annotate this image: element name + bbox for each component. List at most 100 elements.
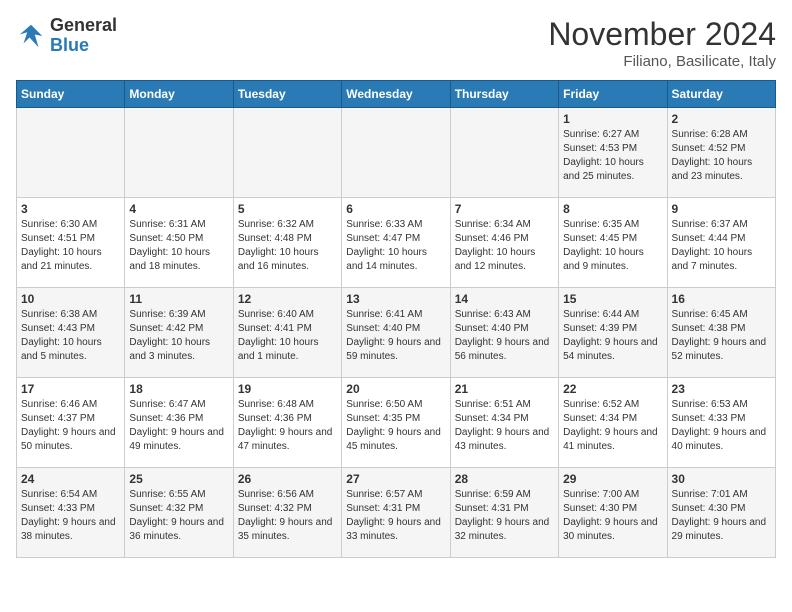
calendar-cell: 14 Sunrise: 6:43 AM Sunset: 4:40 PM Dayli… [450,288,558,378]
day-number: 9 [672,202,771,216]
day-number: 29 [563,472,662,486]
calendar-cell: 17 Sunrise: 6:46 AM Sunset: 4:37 PM Dayli… [17,378,125,468]
day-info: Sunrise: 6:52 AM Sunset: 4:34 PM Dayligh… [563,398,662,454]
day-number: 21 [455,382,554,396]
calendar-cell: 5Sunrise: 6:32 AM Sunset: 4:48 PM Daylig… [233,198,341,288]
month-title: November 2024 [548,16,776,53]
day-number: 7 [455,202,554,216]
calendar-cell: 26 Sunrise: 6:56 AM Sunset: 4:32 PM Dayli… [233,468,341,558]
calendar-cell: 15 Sunrise: 6:44 AM Sunset: 4:39 PM Dayli… [559,288,667,378]
day-info: Sunrise: 6:50 AM Sunset: 4:35 PM Dayligh… [346,398,445,454]
day-number: 20 [346,382,445,396]
day-number: 26 [238,472,337,486]
day-info: Sunrise: 6:35 AM Sunset: 4:45 PM Dayligh… [563,218,662,274]
calendar-week-row: 1 Sunrise: 6:27 AM Sunset: 4:53 PM Daylig… [17,108,776,198]
calendar-cell: 13 Sunrise: 6:41 AM Sunset: 4:40 PM Dayli… [342,288,450,378]
day-info: Sunrise: 6:56 AM Sunset: 4:32 PM Dayligh… [238,488,337,544]
calendar-cell [342,108,450,198]
header-day: Thursday [450,81,558,108]
calendar-cell: 30Sunrise: 7:01 AM Sunset: 4:30 PM Dayli… [667,468,775,558]
day-number: 16 [672,292,771,306]
day-info: Sunrise: 6:47 AM Sunset: 4:36 PM Dayligh… [129,398,228,454]
day-number: 13 [346,292,445,306]
calendar-cell: 19 Sunrise: 6:48 AM Sunset: 4:36 PM Dayli… [233,378,341,468]
calendar-cell: 3 Sunrise: 6:30 AM Sunset: 4:51 PM Daylig… [17,198,125,288]
day-info: Sunrise: 7:00 AM Sunset: 4:30 PM Dayligh… [563,488,662,544]
header-day: Tuesday [233,81,341,108]
day-number: 28 [455,472,554,486]
calendar-week-row: 17 Sunrise: 6:46 AM Sunset: 4:37 PM Dayli… [17,378,776,468]
day-number: 23 [672,382,771,396]
day-info: Sunrise: 6:27 AM Sunset: 4:53 PM Dayligh… [563,128,662,184]
calendar-cell: 10 Sunrise: 6:38 AM Sunset: 4:43 PM Dayli… [17,288,125,378]
calendar-cell: 23 Sunrise: 6:53 AM Sunset: 4:33 PM Dayli… [667,378,775,468]
day-info: Sunrise: 6:45 AM Sunset: 4:38 PM Dayligh… [672,308,771,364]
calendar-body: 1 Sunrise: 6:27 AM Sunset: 4:53 PM Daylig… [17,108,776,558]
day-number: 14 [455,292,554,306]
day-info: Sunrise: 6:41 AM Sunset: 4:40 PM Dayligh… [346,308,445,364]
calendar-table: SundayMondayTuesdayWednesdayThursdayFrid… [16,80,776,558]
day-number: 4 [129,202,228,216]
calendar-cell: 29 Sunrise: 7:00 AM Sunset: 4:30 PM Dayli… [559,468,667,558]
header-day: Sunday [17,81,125,108]
day-info: Sunrise: 6:28 AM Sunset: 4:52 PM Dayligh… [672,128,771,184]
day-number: 27 [346,472,445,486]
day-number: 3 [21,202,120,216]
day-number: 25 [129,472,228,486]
day-number: 2 [672,112,771,126]
calendar-header: SundayMondayTuesdayWednesdayThursdayFrid… [17,81,776,108]
calendar-cell: 2 Sunrise: 6:28 AM Sunset: 4:52 PM Daylig… [667,108,775,198]
page-header: General Blue November 2024 Filiano, Basi… [16,16,776,70]
header-day: Friday [559,81,667,108]
day-info: Sunrise: 6:38 AM Sunset: 4:43 PM Dayligh… [21,308,120,364]
header-row: SundayMondayTuesdayWednesdayThursdayFrid… [17,81,776,108]
calendar-cell: 22 Sunrise: 6:52 AM Sunset: 4:34 PM Dayli… [559,378,667,468]
day-number: 8 [563,202,662,216]
day-number: 24 [21,472,120,486]
header-day: Wednesday [342,81,450,108]
day-number: 15 [563,292,662,306]
day-info: Sunrise: 6:48 AM Sunset: 4:36 PM Dayligh… [238,398,337,454]
header-day: Saturday [667,81,775,108]
calendar-cell: 25Sunrise: 6:55 AM Sunset: 4:32 PM Dayli… [125,468,233,558]
day-info: Sunrise: 6:32 AM Sunset: 4:48 PM Dayligh… [238,218,337,274]
calendar-week-row: 10 Sunrise: 6:38 AM Sunset: 4:43 PM Dayli… [17,288,776,378]
day-info: Sunrise: 6:31 AM Sunset: 4:50 PM Dayligh… [129,218,228,274]
logo: General Blue [16,16,117,56]
calendar-cell: 21 Sunrise: 6:51 AM Sunset: 4:34 PM Dayli… [450,378,558,468]
day-number: 6 [346,202,445,216]
day-number: 10 [21,292,120,306]
day-info: Sunrise: 6:33 AM Sunset: 4:47 PM Dayligh… [346,218,445,274]
calendar-cell [17,108,125,198]
calendar-week-row: 3 Sunrise: 6:30 AM Sunset: 4:51 PM Daylig… [17,198,776,288]
day-number: 12 [238,292,337,306]
day-info: Sunrise: 6:34 AM Sunset: 4:46 PM Dayligh… [455,218,554,274]
location-title: Filiano, Basilicate, Italy [548,53,776,70]
day-number: 22 [563,382,662,396]
calendar-cell: 16 Sunrise: 6:45 AM Sunset: 4:38 PM Dayli… [667,288,775,378]
logo-icon [16,21,46,51]
day-number: 17 [21,382,120,396]
calendar-cell: 11 Sunrise: 6:39 AM Sunset: 4:42 PM Dayli… [125,288,233,378]
calendar-cell [233,108,341,198]
calendar-cell [125,108,233,198]
day-number: 19 [238,382,337,396]
day-info: Sunrise: 6:53 AM Sunset: 4:33 PM Dayligh… [672,398,771,454]
day-info: Sunrise: 6:51 AM Sunset: 4:34 PM Dayligh… [455,398,554,454]
day-info: Sunrise: 6:43 AM Sunset: 4:40 PM Dayligh… [455,308,554,364]
day-number: 11 [129,292,228,306]
calendar-cell: 20 Sunrise: 6:50 AM Sunset: 4:35 PM Dayli… [342,378,450,468]
calendar-cell: 6 Sunrise: 6:33 AM Sunset: 4:47 PM Daylig… [342,198,450,288]
day-info: Sunrise: 6:59 AM Sunset: 4:31 PM Dayligh… [455,488,554,544]
calendar-week-row: 24 Sunrise: 6:54 AM Sunset: 4:33 PM Dayli… [17,468,776,558]
day-info: Sunrise: 6:44 AM Sunset: 4:39 PM Dayligh… [563,308,662,364]
calendar-cell: 1 Sunrise: 6:27 AM Sunset: 4:53 PM Daylig… [559,108,667,198]
day-info: Sunrise: 6:54 AM Sunset: 4:33 PM Dayligh… [21,488,120,544]
header-day: Monday [125,81,233,108]
day-info: Sunrise: 6:30 AM Sunset: 4:51 PM Dayligh… [21,218,120,274]
day-number: 1 [563,112,662,126]
day-info: Sunrise: 6:37 AM Sunset: 4:44 PM Dayligh… [672,218,771,274]
day-number: 18 [129,382,228,396]
day-info: Sunrise: 6:46 AM Sunset: 4:37 PM Dayligh… [21,398,120,454]
day-info: Sunrise: 6:39 AM Sunset: 4:42 PM Dayligh… [129,308,228,364]
